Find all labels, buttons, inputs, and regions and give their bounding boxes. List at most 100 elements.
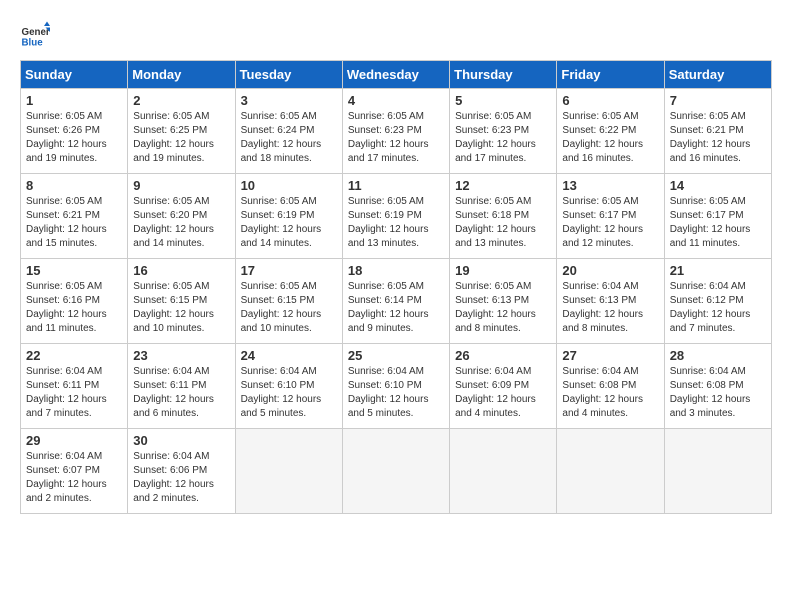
day-info: Sunrise: 6:04 AMSunset: 6:09 PMDaylight:… — [455, 365, 551, 421]
day-info: Sunrise: 6:04 AMSunset: 6:13 PMDaylight:… — [562, 280, 658, 336]
calendar-cell: 1 Sunrise: 6:05 AMSunset: 6:26 PMDaylight… — [21, 89, 128, 174]
day-number: 22 — [26, 348, 122, 363]
day-number: 28 — [670, 348, 766, 363]
day-number: 2 — [133, 93, 229, 108]
day-info: Sunrise: 6:05 AMSunset: 6:13 PMDaylight:… — [455, 280, 551, 336]
day-number: 11 — [348, 178, 444, 193]
day-number: 17 — [241, 263, 337, 278]
weekday-header: Monday — [128, 61, 235, 89]
day-info: Sunrise: 6:04 AMSunset: 6:12 PMDaylight:… — [670, 280, 766, 336]
day-info: Sunrise: 6:04 AMSunset: 6:08 PMDaylight:… — [670, 365, 766, 421]
calendar-week-row: 1 Sunrise: 6:05 AMSunset: 6:26 PMDaylight… — [21, 89, 772, 174]
calendar-cell: 8 Sunrise: 6:05 AMSunset: 6:21 PMDaylight… — [21, 174, 128, 259]
day-info: Sunrise: 6:05 AMSunset: 6:19 PMDaylight:… — [241, 195, 337, 251]
day-number: 25 — [348, 348, 444, 363]
calendar-week-row: 15 Sunrise: 6:05 AMSunset: 6:16 PMDayligh… — [21, 259, 772, 344]
logo-icon: General Blue — [20, 20, 50, 50]
calendar-table: SundayMondayTuesdayWednesdayThursdayFrid… — [20, 60, 772, 514]
calendar-cell: 3 Sunrise: 6:05 AMSunset: 6:24 PMDaylight… — [235, 89, 342, 174]
day-number: 10 — [241, 178, 337, 193]
day-number: 9 — [133, 178, 229, 193]
calendar-cell: 24 Sunrise: 6:04 AMSunset: 6:10 PMDayligh… — [235, 344, 342, 429]
day-number: 13 — [562, 178, 658, 193]
day-info: Sunrise: 6:05 AMSunset: 6:19 PMDaylight:… — [348, 195, 444, 251]
day-info: Sunrise: 6:05 AMSunset: 6:23 PMDaylight:… — [348, 110, 444, 166]
day-number: 1 — [26, 93, 122, 108]
day-info: Sunrise: 6:05 AMSunset: 6:24 PMDaylight:… — [241, 110, 337, 166]
day-number: 30 — [133, 433, 229, 448]
calendar-cell — [235, 429, 342, 514]
calendar-cell: 7Sunrise: 6:05 AMSunset: 6:21 PMDaylight… — [664, 89, 771, 174]
calendar-cell: 25Sunrise: 6:04 AMSunset: 6:10 PMDayligh… — [342, 344, 449, 429]
day-info: Sunrise: 6:05 AMSunset: 6:21 PMDaylight:… — [26, 195, 122, 251]
calendar-cell: 20 Sunrise: 6:04 AMSunset: 6:13 PMDayligh… — [557, 259, 664, 344]
day-info: Sunrise: 6:05 AMSunset: 6:20 PMDaylight:… — [133, 195, 229, 251]
day-info: Sunrise: 6:04 AMSunset: 6:08 PMDaylight:… — [562, 365, 658, 421]
day-info: Sunrise: 6:04 AMSunset: 6:07 PMDaylight:… — [26, 450, 122, 506]
day-info: Sunrise: 6:05 AMSunset: 6:26 PMDaylight:… — [26, 110, 122, 166]
day-info: Sunrise: 6:05 AMSunset: 6:15 PMDaylight:… — [241, 280, 337, 336]
day-number: 3 — [241, 93, 337, 108]
day-number: 6 — [562, 93, 658, 108]
day-number: 20 — [562, 263, 658, 278]
day-info: Sunrise: 6:05 AMSunset: 6:15 PMDaylight:… — [133, 280, 229, 336]
calendar-cell: 13 Sunrise: 6:05 AMSunset: 6:17 PMDayligh… — [557, 174, 664, 259]
day-number: 29 — [26, 433, 122, 448]
calendar-week-row: 8 Sunrise: 6:05 AMSunset: 6:21 PMDaylight… — [21, 174, 772, 259]
day-info: Sunrise: 6:05 AMSunset: 6:17 PMDaylight:… — [562, 195, 658, 251]
calendar-cell: 17 Sunrise: 6:05 AMSunset: 6:15 PMDayligh… — [235, 259, 342, 344]
calendar-cell: 18 Sunrise: 6:05 AMSunset: 6:14 PMDayligh… — [342, 259, 449, 344]
day-info: Sunrise: 6:04 AMSunset: 6:06 PMDaylight:… — [133, 450, 229, 506]
calendar-cell: 11 Sunrise: 6:05 AMSunset: 6:19 PMDayligh… — [342, 174, 449, 259]
day-info: Sunrise: 6:05 AMSunset: 6:21 PMDaylight:… — [670, 110, 766, 166]
day-number: 24 — [241, 348, 337, 363]
day-info: Sunrise: 6:05 AMSunset: 6:14 PMDaylight:… — [348, 280, 444, 336]
calendar-cell: 30 Sunrise: 6:04 AMSunset: 6:06 PMDayligh… — [128, 429, 235, 514]
day-number: 19 — [455, 263, 551, 278]
calendar-cell: 26 Sunrise: 6:04 AMSunset: 6:09 PMDayligh… — [450, 344, 557, 429]
day-number: 26 — [455, 348, 551, 363]
day-info: Sunrise: 6:04 AMSunset: 6:11 PMDaylight:… — [26, 365, 122, 421]
weekday-header: Friday — [557, 61, 664, 89]
logo: General Blue — [20, 20, 50, 50]
day-info: Sunrise: 6:05 AMSunset: 6:25 PMDaylight:… — [133, 110, 229, 166]
page-header: General Blue — [20, 20, 772, 50]
weekday-header: Tuesday — [235, 61, 342, 89]
calendar-week-row: 22 Sunrise: 6:04 AMSunset: 6:11 PMDayligh… — [21, 344, 772, 429]
day-number: 16 — [133, 263, 229, 278]
calendar-cell: 21 Sunrise: 6:04 AMSunset: 6:12 PMDayligh… — [664, 259, 771, 344]
day-number: 5 — [455, 93, 551, 108]
day-info: Sunrise: 6:05 AMSunset: 6:18 PMDaylight:… — [455, 195, 551, 251]
calendar-week-row: 29 Sunrise: 6:04 AMSunset: 6:07 PMDayligh… — [21, 429, 772, 514]
calendar-cell: 22 Sunrise: 6:04 AMSunset: 6:11 PMDayligh… — [21, 344, 128, 429]
calendar-cell: 10 Sunrise: 6:05 AMSunset: 6:19 PMDayligh… — [235, 174, 342, 259]
calendar-cell: 14Sunrise: 6:05 AMSunset: 6:17 PMDayligh… — [664, 174, 771, 259]
day-info: Sunrise: 6:05 AMSunset: 6:23 PMDaylight:… — [455, 110, 551, 166]
day-number: 18 — [348, 263, 444, 278]
day-number: 15 — [26, 263, 122, 278]
svg-text:General: General — [22, 27, 51, 38]
calendar-cell: 27 Sunrise: 6:04 AMSunset: 6:08 PMDayligh… — [557, 344, 664, 429]
calendar-cell: 9 Sunrise: 6:05 AMSunset: 6:20 PMDaylight… — [128, 174, 235, 259]
day-number: 27 — [562, 348, 658, 363]
weekday-header-row: SundayMondayTuesdayWednesdayThursdayFrid… — [21, 61, 772, 89]
calendar-cell: 4 Sunrise: 6:05 AMSunset: 6:23 PMDaylight… — [342, 89, 449, 174]
weekday-header: Thursday — [450, 61, 557, 89]
weekday-header: Wednesday — [342, 61, 449, 89]
day-number: 14 — [670, 178, 766, 193]
calendar-cell: 6 Sunrise: 6:05 AMSunset: 6:22 PMDaylight… — [557, 89, 664, 174]
day-number: 23 — [133, 348, 229, 363]
day-info: Sunrise: 6:05 AMSunset: 6:22 PMDaylight:… — [562, 110, 658, 166]
calendar-cell: 15 Sunrise: 6:05 AMSunset: 6:16 PMDayligh… — [21, 259, 128, 344]
day-number: 8 — [26, 178, 122, 193]
day-number: 21 — [670, 263, 766, 278]
calendar-cell: 2 Sunrise: 6:05 AMSunset: 6:25 PMDaylight… — [128, 89, 235, 174]
calendar-cell — [557, 429, 664, 514]
day-info: Sunrise: 6:05 AMSunset: 6:16 PMDaylight:… — [26, 280, 122, 336]
calendar-cell: 28 Sunrise: 6:04 AMSunset: 6:08 PMDayligh… — [664, 344, 771, 429]
day-info: Sunrise: 6:04 AMSunset: 6:10 PMDaylight:… — [241, 365, 337, 421]
day-number: 4 — [348, 93, 444, 108]
weekday-header: Sunday — [21, 61, 128, 89]
calendar-cell: 5 Sunrise: 6:05 AMSunset: 6:23 PMDaylight… — [450, 89, 557, 174]
svg-text:Blue: Blue — [22, 38, 44, 49]
